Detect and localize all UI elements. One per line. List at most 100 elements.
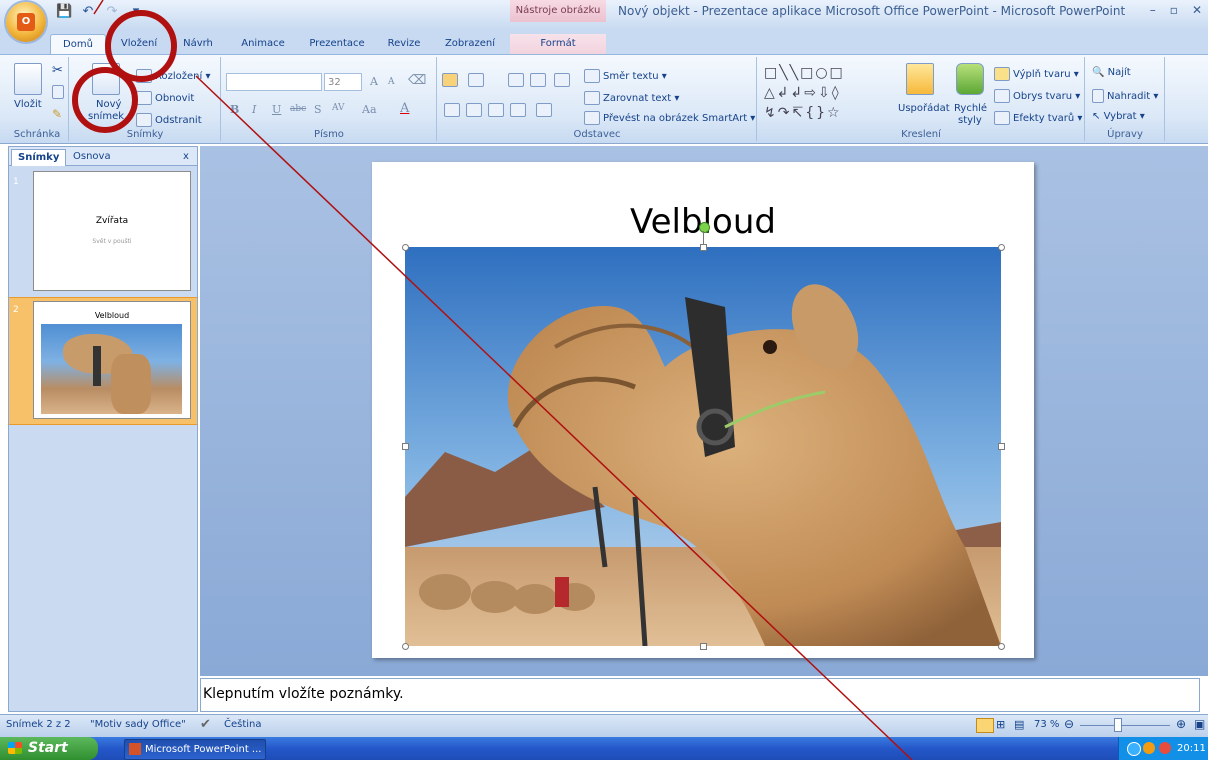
- resize-handle[interactable]: [998, 244, 1005, 251]
- tab-outline-panel[interactable]: Osnova: [67, 149, 117, 165]
- align-center-button[interactable]: [466, 103, 485, 117]
- tray-app-icon[interactable]: [1159, 742, 1171, 754]
- network-icon[interactable]: [1127, 742, 1141, 756]
- grow-font-button[interactable]: A: [370, 75, 378, 88]
- shape-fill-button[interactable]: Výplň tvaru ▾: [994, 67, 1079, 81]
- spellcheck-icon[interactable]: ✔: [200, 717, 211, 732]
- tab-slideshow[interactable]: Prezentace: [306, 34, 368, 54]
- redo-icon[interactable]: ↷: [104, 4, 120, 20]
- font-name-combo[interactable]: [226, 73, 322, 91]
- start-button[interactable]: Start: [0, 737, 98, 760]
- tab-animations[interactable]: Animace: [236, 34, 290, 54]
- align-left-icon: [444, 103, 460, 117]
- align-text-button[interactable]: Zarovnat text ▾: [584, 91, 679, 105]
- shapes-gallery-row2[interactable]: △↲↲⇨⇩◊: [764, 85, 841, 101]
- taskbar-item-powerpoint[interactable]: Microsoft PowerPoint ...: [124, 739, 266, 760]
- minimize-button[interactable]: –: [1150, 3, 1156, 17]
- find-button[interactable]: 🔍 Najít: [1092, 67, 1131, 78]
- group-clipboard: Vložit ✂ ✎ Schránka: [6, 57, 69, 141]
- undo-icon[interactable]: ↶: [80, 4, 96, 20]
- underline-button[interactable]: U: [272, 103, 281, 116]
- restore-button[interactable]: ▫: [1170, 3, 1178, 17]
- normal-view-icon[interactable]: [976, 718, 994, 733]
- clear-format-icon[interactable]: ⌫: [408, 73, 426, 88]
- increase-indent-button[interactable]: [530, 73, 549, 87]
- shape-outline-button[interactable]: Obrys tvaru ▾: [994, 89, 1080, 103]
- tab-slides-panel[interactable]: Snímky: [11, 149, 67, 166]
- paste-button[interactable]: Vložit: [14, 99, 42, 110]
- tab-design[interactable]: Návrh: [178, 34, 218, 54]
- shapes-gallery-row3[interactable]: ↯↷↸{}☆: [764, 105, 842, 121]
- slideshow-view-icon[interactable]: ▤: [1014, 718, 1024, 731]
- shapes-gallery[interactable]: □╲╲□○□: [764, 65, 845, 81]
- zoom-level[interactable]: 73 %: [1034, 719, 1059, 730]
- zoom-in-icon[interactable]: ⊕: [1176, 717, 1186, 731]
- copy-icon[interactable]: [52, 85, 67, 99]
- resize-handle[interactable]: [700, 643, 707, 650]
- strikethrough-button[interactable]: abc: [290, 104, 306, 114]
- italic-button[interactable]: I: [252, 103, 256, 116]
- notes-pane[interactable]: Klepnutím vložíte poznámky.: [200, 678, 1200, 712]
- resize-handle[interactable]: [402, 643, 409, 650]
- tab-format[interactable]: Formát: [510, 34, 606, 54]
- resize-handle[interactable]: [402, 443, 409, 450]
- align-left-button[interactable]: [444, 103, 463, 117]
- shape-effects-button[interactable]: Efekty tvarů ▾: [994, 111, 1082, 125]
- save-icon[interactable]: 💾: [56, 4, 72, 20]
- tab-view[interactable]: Zobrazení: [440, 34, 500, 54]
- close-button[interactable]: ✕: [1192, 3, 1202, 17]
- select-button[interactable]: ↖ Vybrat ▾: [1092, 111, 1145, 122]
- decrease-indent-button[interactable]: [508, 73, 527, 87]
- resize-handle[interactable]: [998, 643, 1005, 650]
- new-slide-button[interactable]: Nový: [96, 99, 121, 110]
- justify-button[interactable]: [510, 103, 529, 117]
- align-right-button[interactable]: [488, 103, 507, 117]
- language-indicator[interactable]: Čeština: [224, 719, 262, 730]
- font-size-combo[interactable]: 32: [324, 73, 362, 91]
- clock: 20:11: [1177, 743, 1206, 754]
- line-spacing-button[interactable]: [554, 73, 573, 87]
- resize-handle[interactable]: [700, 244, 707, 251]
- cut-icon[interactable]: ✂: [52, 63, 63, 78]
- layout-button[interactable]: Rozložení ▾: [136, 69, 210, 83]
- thumbnail-title: Zvířata: [95, 216, 129, 226]
- rotate-handle[interactable]: [699, 222, 710, 233]
- font-color-button[interactable]: A: [400, 101, 409, 116]
- char-spacing-button[interactable]: AV: [332, 103, 345, 113]
- zoom-slider-thumb[interactable]: [1114, 718, 1122, 732]
- shrink-font-button[interactable]: A: [388, 77, 395, 87]
- zoom-out-icon[interactable]: ⊖: [1064, 717, 1074, 731]
- bullets-button[interactable]: [442, 73, 461, 87]
- delete-slide-button[interactable]: Odstranit: [136, 113, 202, 127]
- slide-thumbnail-1[interactable]: Zvířata Svět v poušti: [33, 171, 191, 291]
- numbering-button[interactable]: [468, 73, 487, 87]
- resize-handle[interactable]: [998, 443, 1005, 450]
- fit-to-window-icon[interactable]: ▣: [1194, 717, 1205, 731]
- reset-button[interactable]: Obnovit: [136, 91, 194, 105]
- customize-qat-icon[interactable]: ▾: [128, 4, 144, 20]
- select-icon: ↖: [1092, 111, 1101, 122]
- change-case-button[interactable]: Aa: [362, 103, 377, 116]
- quick-styles-button-line2[interactable]: styly: [958, 115, 982, 126]
- text-direction-button[interactable]: Směr textu ▾: [584, 69, 667, 83]
- columns-button[interactable]: [536, 103, 555, 117]
- zoom-slider[interactable]: [1080, 725, 1170, 726]
- resize-handle[interactable]: [402, 244, 409, 251]
- bold-button[interactable]: B: [230, 103, 239, 116]
- format-painter-icon[interactable]: ✎: [52, 107, 62, 121]
- replace-button[interactable]: Nahradit ▾: [1092, 89, 1158, 103]
- tab-insert[interactable]: Vložení: [112, 34, 166, 54]
- slide-sorter-icon[interactable]: ⊞: [996, 718, 1005, 731]
- office-button[interactable]: O: [6, 2, 46, 42]
- antivirus-icon[interactable]: [1143, 742, 1155, 754]
- shadow-button[interactable]: S: [314, 103, 322, 116]
- tab-home[interactable]: Domů: [50, 34, 106, 55]
- new-slide-button-line2[interactable]: snímek: [88, 111, 124, 122]
- quick-styles-button[interactable]: Rychlé: [954, 103, 987, 114]
- slide-thumbnail-2[interactable]: Velbloud: [33, 301, 191, 419]
- camel-photo[interactable]: [405, 247, 1001, 646]
- arrange-button[interactable]: Uspořádat: [898, 103, 950, 114]
- smartart-button[interactable]: Převést na obrázek SmartArt ▾: [584, 111, 755, 125]
- tab-review[interactable]: Revize: [384, 34, 424, 54]
- close-panel-button[interactable]: x: [177, 149, 195, 165]
